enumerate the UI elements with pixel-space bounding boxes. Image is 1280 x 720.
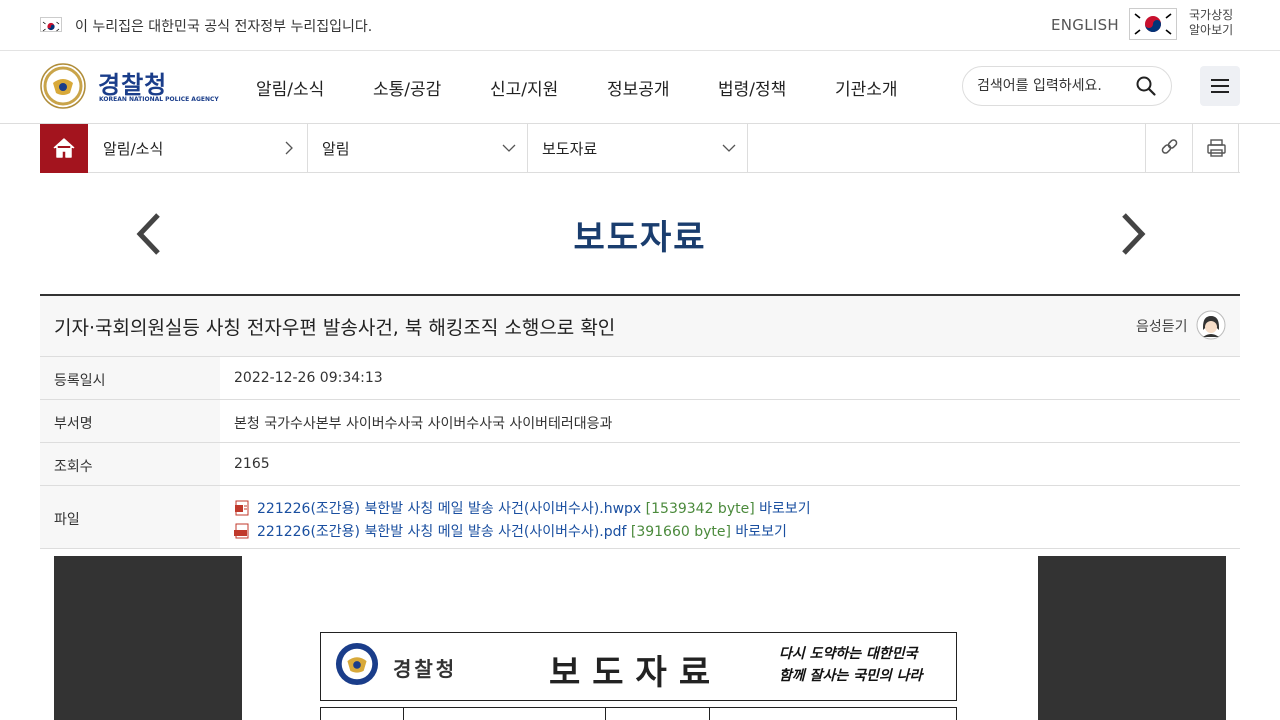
site-logo[interactable]: 경찰청 KOREAN NATIONAL POLICE AGENCY bbox=[40, 63, 219, 111]
national-symbol-link[interactable]: 국가상징 알아보기 bbox=[1189, 8, 1239, 38]
link-icon bbox=[1161, 139, 1178, 154]
attachment-size: [391660 byte] bbox=[630, 524, 731, 540]
department-row: 부서명 본청 국가수사본부 사이버수사국 사이버수사국 사이버테러대응과 bbox=[40, 400, 1240, 443]
preview-margin-right bbox=[1038, 556, 1226, 720]
gov-notice-text: 이 누리집은 대한민국 공식 전자정부 누리집입니다. bbox=[75, 19, 373, 35]
korea-flag-icon bbox=[40, 17, 62, 32]
page-title: 보도자료 bbox=[573, 218, 707, 258]
nav-report[interactable]: 신고/지원 bbox=[490, 75, 607, 100]
nav-news[interactable]: 알림/소식 bbox=[256, 75, 373, 100]
date-row: 등록일시 2022-12-26 09:34:13 bbox=[40, 357, 1240, 400]
attachment-link-pdf[interactable]: 221226(조간용) 북한발 사칭 메일 발송 사건(사이버수사).pdf bbox=[257, 524, 626, 540]
article-info-table: 기자·국회의원실등 사칭 전자우편 발송사건, 북 해킹조직 소행으로 확인 음… bbox=[40, 294, 1240, 549]
chevron-right-icon bbox=[285, 141, 293, 155]
nav-about[interactable]: 기관소개 bbox=[835, 75, 925, 100]
department-label: 부서명 bbox=[54, 416, 93, 432]
hwp-file-icon bbox=[235, 500, 249, 516]
press-release-preview: 경찰청 보도자료 다시 도약하는 대한민국 함께 잘사는 국민의 나라 bbox=[320, 632, 957, 701]
article-subject-row: 기자·국회의원실등 사칭 전자우편 발송사건, 북 해킹조직 소행으로 확인 음… bbox=[40, 296, 1240, 357]
listen-avatar-icon[interactable] bbox=[1196, 310, 1226, 340]
slogan-line-1: 다시 도약하는 대한민국 bbox=[779, 646, 918, 662]
menu-button[interactable] bbox=[1200, 66, 1240, 106]
preview-contact-table bbox=[320, 707, 957, 720]
chevron-down-icon bbox=[502, 144, 516, 152]
korea-flag-icon[interactable] bbox=[1129, 8, 1177, 40]
logo-title: 경찰청 bbox=[98, 71, 168, 99]
department-value: 본청 국가수사본부 사이버수사국 사이버수사국 사이버테러대응과 bbox=[234, 416, 613, 432]
police-emblem-icon bbox=[40, 63, 86, 109]
date-value: 2022-12-26 09:34:13 bbox=[234, 370, 383, 386]
search-icon[interactable] bbox=[1135, 75, 1157, 97]
next-arrow-icon[interactable] bbox=[1118, 212, 1148, 256]
breadcrumb: 알림/소식 알림 보도자료 bbox=[40, 124, 1240, 173]
views-value: 2165 bbox=[234, 456, 270, 472]
nav-disclosure[interactable]: 정보공개 bbox=[607, 75, 718, 100]
breadcrumb-level2-select[interactable]: 알림 bbox=[308, 124, 528, 173]
print-button[interactable] bbox=[1192, 124, 1239, 173]
listen-button-label[interactable]: 음성듣기 bbox=[1136, 316, 1188, 336]
home-button[interactable] bbox=[40, 124, 88, 173]
breadcrumb-level1-label: 알림/소식 bbox=[103, 140, 164, 158]
attachment-link-hwpx[interactable]: 221226(조간용) 북한발 사칭 메일 발송 사건(사이버수사).hwpx bbox=[257, 501, 641, 517]
nav-law-policy[interactable]: 법령/정책 bbox=[718, 75, 835, 100]
breadcrumb-level3-label: 보도자료 bbox=[542, 140, 598, 158]
main-navigation: 알림/소식 소통/공감 신고/지원 정보공개 법령/정책 기관소개 bbox=[256, 75, 925, 100]
pdf-file-icon bbox=[234, 523, 249, 539]
preview-link-hwpx[interactable]: 바로보기 bbox=[759, 501, 811, 517]
breadcrumb-level3-select[interactable]: 보도자료 bbox=[528, 124, 748, 173]
share-link-button[interactable] bbox=[1145, 124, 1192, 173]
chevron-down-icon bbox=[722, 144, 736, 152]
breadcrumb-level1[interactable]: 알림/소식 bbox=[88, 124, 308, 173]
site-header: 경찰청 KOREAN NATIONAL POLICE AGENCY 알림/소식 … bbox=[0, 51, 1280, 124]
preview-title: 보도자료 bbox=[549, 653, 723, 693]
logo-subtitle: KOREAN NATIONAL POLICE AGENCY bbox=[99, 96, 219, 103]
government-slogan: 다시 도약하는 대한민국 함께 잘사는 국민의 나라 bbox=[779, 643, 922, 687]
attachment-item: 221226(조간용) 북한발 사칭 메일 발송 사건(사이버수사).hwpx … bbox=[234, 498, 811, 518]
preview-margin-left bbox=[54, 556, 242, 720]
preview-org-name: 경찰청 bbox=[393, 657, 458, 681]
breadcrumb-level2-label: 알림 bbox=[322, 140, 350, 158]
gov-banner: 이 누리집은 대한민국 공식 전자정부 누리집입니다. ENGLISH 국가상징… bbox=[0, 0, 1280, 51]
files-row: 파일 221226(조간용) 북한발 사칭 메일 발송 사건(사이버수사).hw… bbox=[40, 486, 1240, 549]
attachment-size: [1539342 byte] bbox=[645, 501, 755, 517]
home-icon bbox=[53, 138, 75, 158]
date-label: 등록일시 bbox=[54, 373, 106, 389]
nav-communication[interactable]: 소통/공감 bbox=[373, 75, 490, 100]
police-emblem-icon bbox=[335, 642, 379, 686]
attachment-item: 221226(조간용) 북한발 사칭 메일 발송 사건(사이버수사).pdf [… bbox=[234, 521, 787, 541]
preview-link-pdf[interactable]: 바로보기 bbox=[735, 524, 787, 540]
search-input[interactable] bbox=[977, 76, 1127, 96]
english-link[interactable]: ENGLISH bbox=[1051, 16, 1119, 34]
slogan-line-2: 함께 잘사는 국민의 나라 bbox=[779, 668, 923, 684]
views-row: 조회수 2165 bbox=[40, 443, 1240, 486]
files-label: 파일 bbox=[54, 512, 80, 528]
views-label: 조회수 bbox=[54, 459, 93, 475]
article-subject: 기자·국회의원실등 사칭 전자우편 발송사건, 북 해킹조직 소행으로 확인 bbox=[54, 317, 616, 339]
hamburger-icon bbox=[1211, 79, 1229, 81]
print-icon bbox=[1207, 139, 1226, 157]
search-box bbox=[962, 66, 1172, 106]
